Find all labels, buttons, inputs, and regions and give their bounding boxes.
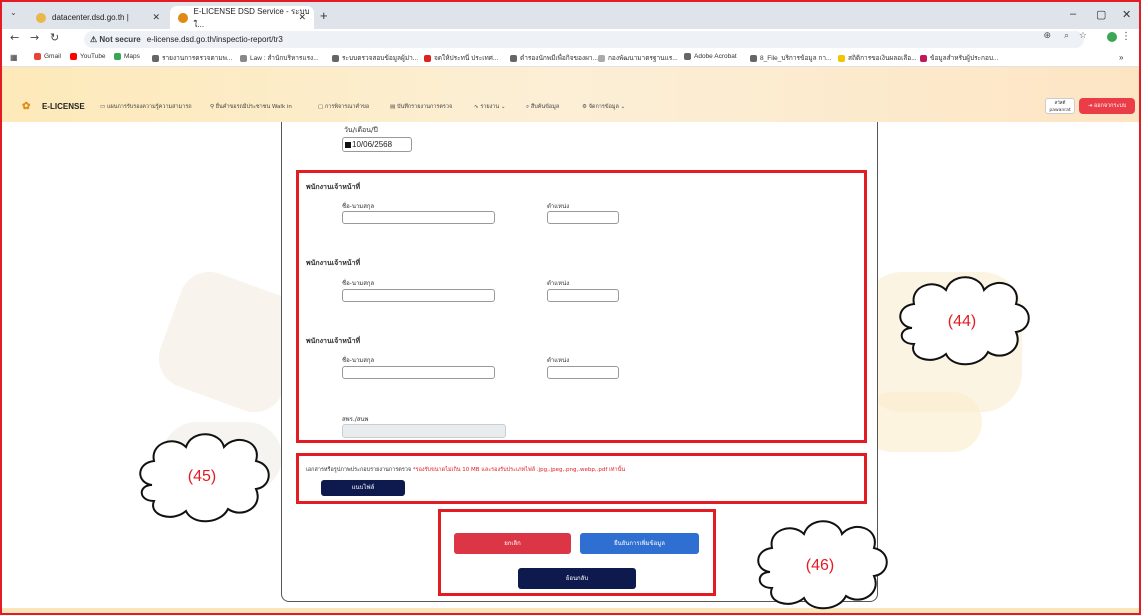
date-input[interactable]: 10/06/2568 (342, 137, 412, 152)
not-secure-label[interactable]: ⚠ Not secure (90, 35, 141, 44)
browser-toolbar: ← → ↻ ⚠ Not secure e-license.dsd.go.th/i… (2, 29, 1139, 49)
back-icon[interactable]: ← (10, 31, 19, 44)
annotation-cloud-44: (44) (899, 276, 1030, 366)
screenshot-frame: ⌄ datacenter.dsd.go.th | ✕ E-LICENSE DSD… (0, 0, 1141, 615)
site-icon (178, 12, 188, 23)
bookmark-item[interactable]: ข้อมูลสำหรับผู้ประกอบ... (920, 53, 998, 63)
nav-item-certification[interactable]: ▭ แผนการรับรองความรู้ความสามารถ (100, 103, 192, 111)
calendar-icon[interactable] (345, 141, 351, 148)
nav-item-walkin[interactable]: ⚲ ยื่นคำขอรถมีประชาชน Walk in (210, 103, 292, 111)
apps-grid-icon[interactable]: ▦ (10, 53, 18, 62)
close-icon[interactable]: ✕ (152, 12, 160, 23)
user-badge[interactable]: สวัสดี pawanrat (1045, 98, 1075, 114)
tab-label: datacenter.dsd.go.th | (52, 13, 129, 22)
bookmark-adobe[interactable]: Adobe Acrobat (684, 53, 737, 60)
translate-icon[interactable]: ⊕ (1043, 31, 1051, 41)
site-icon (36, 12, 46, 23)
new-tab-button[interactable]: + (320, 8, 328, 23)
annotation-label-45: (45) (188, 468, 216, 485)
annotation-cloud-45: (45) (139, 433, 270, 523)
bookmark-item[interactable]: Law : สำนักบริหารแรง... (240, 53, 319, 63)
restore-icon[interactable]: ▢ (1096, 8, 1106, 21)
reload-icon[interactable]: ↻ (50, 31, 59, 44)
annotation-label-44: (44) (948, 313, 976, 330)
forward-icon[interactable]: → (30, 31, 39, 44)
bookmarks-more[interactable]: » (1119, 53, 1123, 62)
footer-strip (2, 608, 1139, 613)
annotation-label-46: (46) (806, 557, 834, 574)
bookmarks-bar: ▦ Gmail YouTube Maps รายงานการตรวจตามพ..… (2, 49, 1139, 67)
bookmark-item[interactable]: กองพัฒนามาตรฐานแร... (598, 53, 678, 63)
url-text: e-license.dsd.go.th/inspectio-report/tr3 (146, 35, 283, 44)
nav-item-inspection-report[interactable]: ▤ บันทึกรายงานการตรวจ (390, 103, 452, 111)
nav-item-report[interactable]: ∿ รายงาน ⌄ (474, 103, 506, 111)
bookmark-item[interactable]: รายงานการตรวจตามพ... (152, 53, 232, 63)
bookmark-youtube[interactable]: YouTube (70, 53, 106, 60)
tab-search-icon[interactable]: ⌄ (10, 8, 17, 17)
minimize-icon[interactable]: – (1070, 8, 1076, 20)
app-logo[interactable]: ✿ E-LICENSE (22, 101, 85, 112)
profile-avatar[interactable] (1107, 32, 1117, 42)
app-navbar: ✿ E-LICENSE ▭ แผนการรับรองความรู้ความสามา… (2, 67, 1139, 122)
tab-label: E-LICENSE DSD Service - ระบบใ... (193, 6, 310, 29)
annotation-box-44 (296, 170, 867, 443)
browser-menu-icon[interactable]: ⋮ (1121, 31, 1131, 42)
date-label: วัน/เดือน/ปี (344, 126, 378, 134)
bookmark-star-icon[interactable]: ☆ (1079, 31, 1087, 41)
close-window-icon[interactable]: ✕ (1122, 8, 1131, 21)
tab-elicense[interactable]: E-LICENSE DSD Service - ระบบใ... ✕ (170, 6, 314, 29)
annotation-box-46 (438, 509, 716, 596)
address-bar[interactable]: ⚠ Not secure e-license.dsd.go.th/inspect… (84, 31, 1084, 48)
logout-button[interactable]: ⇥ ออกจากระบบ (1079, 98, 1135, 114)
bookmark-item[interactable]: ระบบตรวจสอบข้อมูลผู้ม่า... (332, 53, 418, 63)
bookmark-gmail[interactable]: Gmail (34, 53, 61, 60)
nav-item-manage[interactable]: ⚙ จัดการข้อมูล ⌄ (582, 103, 625, 111)
bookmark-item[interactable]: 8_File_บริการข้อมูล กา... (750, 53, 831, 63)
zoom-icon[interactable]: ⌕ (1064, 31, 1069, 41)
annotation-cloud-46: (46) (757, 520, 888, 610)
bookmark-item[interactable]: สถิติการขอเงินผลอเลือ... (838, 53, 917, 63)
logo-icon: ✿ (22, 101, 31, 112)
close-icon[interactable]: ✕ (298, 12, 306, 23)
tab-strip: ⌄ datacenter.dsd.go.th | ✕ E-LICENSE DSD… (2, 2, 1139, 29)
tab-datacenter[interactable]: datacenter.dsd.go.th | ✕ (28, 6, 168, 29)
bookmark-item[interactable]: จดให้ประทนี่ ประเทศ... (424, 53, 498, 63)
background-decoration (862, 392, 982, 452)
nav-item-search[interactable]: ⌕ สืบค้นข้อมูล (526, 103, 559, 111)
nav-item-consider[interactable]: ▢ การพิจารณาคำขอ (318, 103, 369, 111)
bookmark-item[interactable]: ตำรองนักพมีเพื่อกิจของผา... (510, 53, 598, 63)
annotation-box-45 (296, 453, 867, 504)
bookmark-maps[interactable]: Maps (114, 53, 140, 60)
